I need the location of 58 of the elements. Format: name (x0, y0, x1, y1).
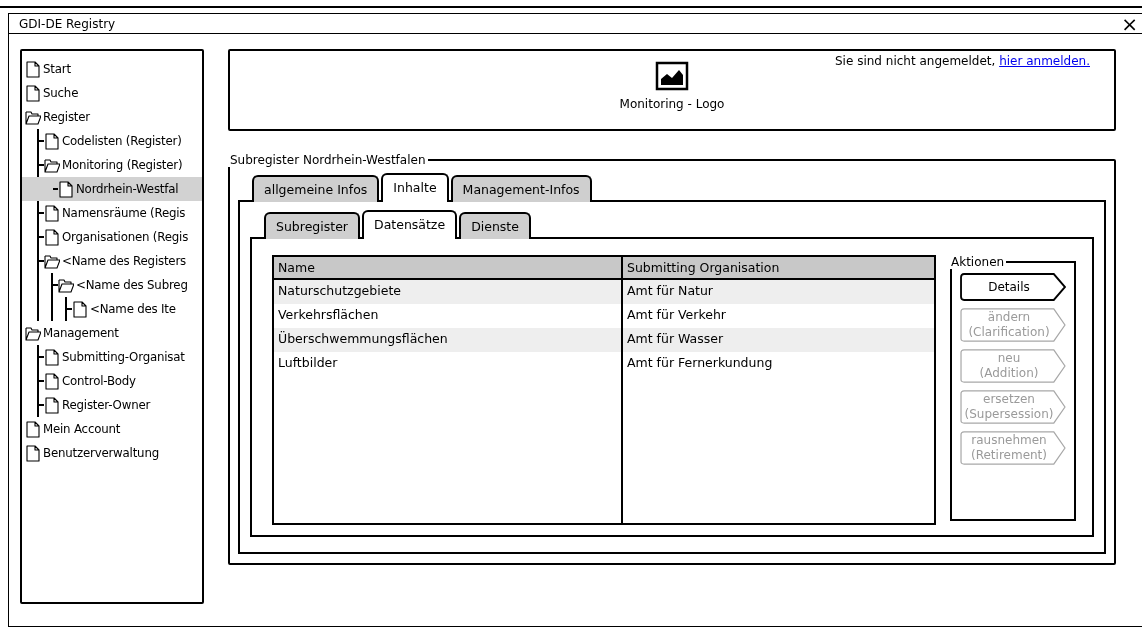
logo-caption: Monitoring - Logo (619, 97, 725, 111)
action-button[interactable]: Details (960, 273, 1066, 301)
tree-item[interactable]: Control-Body (39, 369, 202, 393)
page-icon (25, 60, 41, 78)
tree-item[interactable]: Nordrhein-Westfal (22, 177, 202, 201)
page-icon (44, 132, 60, 150)
table-cell-text: Amt für Verkehr (626, 306, 727, 324)
page-icon (25, 444, 41, 462)
folder-icon (44, 252, 60, 270)
table-cell-text: Amt für Fernerkundung (626, 354, 774, 372)
table-cell-text: Amt für Wasser (626, 330, 725, 348)
tree-item[interactable]: Start (25, 57, 202, 81)
close-button[interactable]: × (1117, 14, 1142, 33)
page-icon (44, 204, 60, 222)
tree-item[interactable]: Suche (25, 81, 202, 105)
tab[interactable]: allgemeine Infos (252, 175, 380, 202)
folder-icon (25, 324, 41, 342)
tab[interactable]: Datensätze (362, 210, 458, 239)
table-cell: Überschwemmungsflächen (274, 328, 623, 352)
group-title: Subregister Nordrhein-Westfalen (229, 153, 427, 167)
window-title: GDI-DE Registry (19, 16, 116, 31)
column-header: Submitting Organisation (626, 259, 781, 277)
tree-item[interactable]: Submitting-Organisat (39, 345, 202, 369)
login-notice: Sie sind nicht angemeldet, hier anmelden. (835, 54, 1090, 68)
page-icon (72, 300, 88, 318)
page-icon (25, 420, 41, 438)
tree-item[interactable]: Namensräume (Regis (39, 201, 202, 225)
folder-icon (25, 108, 41, 126)
login-link[interactable]: hier anmelden. (999, 54, 1090, 68)
tree-item[interactable]: <Name des Subreg (51, 273, 202, 297)
page-icon (44, 348, 60, 366)
page-icon (44, 228, 60, 246)
tree-item[interactable]: Benutzerverwaltung (25, 441, 202, 465)
tree-item[interactable]: Register-Owner (37, 393, 202, 417)
page-icon (58, 180, 74, 198)
table-cell-text: Amt für Natur (626, 282, 714, 300)
table-cell: Luftbilder (274, 352, 623, 376)
tab[interactable]: Inhalte (381, 173, 449, 202)
tab[interactable]: Management-Infos (450, 175, 592, 202)
tree-item[interactable]: Management (25, 321, 202, 345)
table-cell: Naturschutzgebiete (274, 280, 623, 304)
group-title: Aktionen (950, 255, 1006, 269)
tree-item[interactable]: Organisationen (Regis (39, 225, 202, 249)
tree-item[interactable]: Register (25, 105, 202, 129)
page-icon (25, 84, 41, 102)
page-icon (44, 372, 60, 390)
tab[interactable]: Dienste (459, 212, 531, 239)
tree-item[interactable]: <Name des Ite (65, 297, 202, 321)
tree-item[interactable]: <Name des Registers (37, 249, 202, 273)
tab[interactable]: Subregister (264, 212, 360, 239)
tree-item[interactable]: Mein Account (25, 417, 202, 441)
image-icon (655, 61, 689, 91)
folder-icon (58, 276, 74, 294)
tree-item[interactable]: Monitoring (Register) (39, 153, 202, 177)
folder-icon (44, 156, 60, 174)
page-icon (44, 396, 60, 414)
column-header: Name (274, 257, 623, 278)
tree-item[interactable]: Codelisten (Register) (39, 129, 202, 153)
